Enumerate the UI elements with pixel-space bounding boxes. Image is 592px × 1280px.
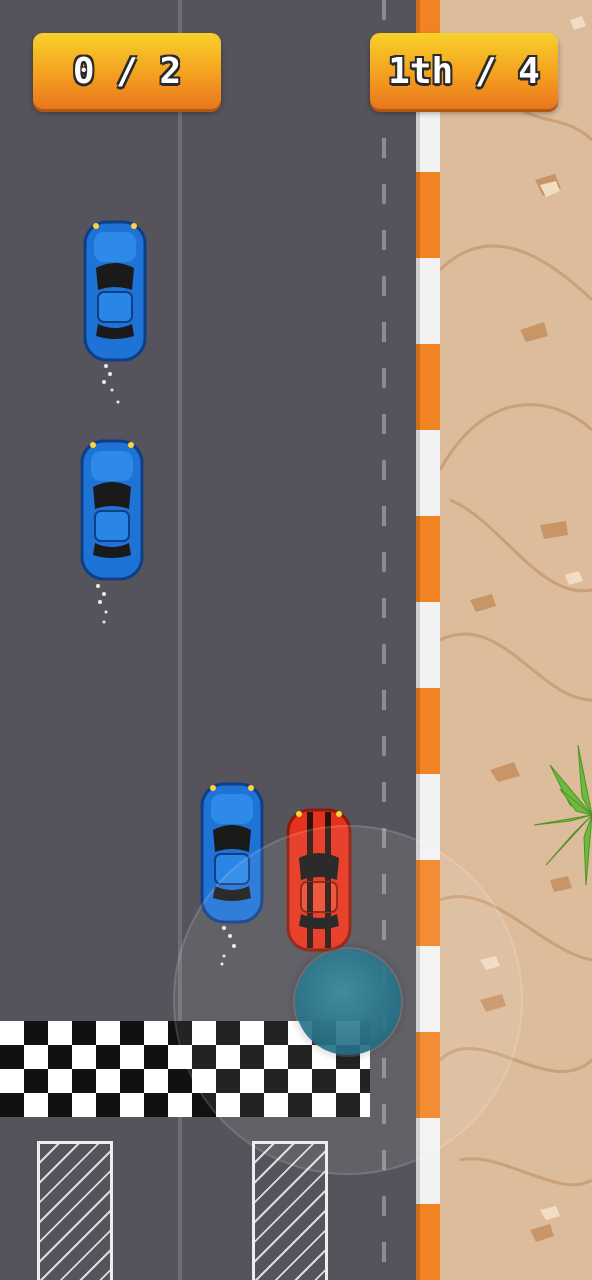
opponent-car-blue	[80, 439, 144, 581]
palm-plant-icon	[533, 745, 592, 885]
race-position-badge: 1th / 4	[370, 33, 558, 109]
race-position-text: 1th / 4	[388, 50, 540, 92]
start-grid-slot	[37, 1141, 113, 1280]
opponent-car-blue	[83, 220, 147, 362]
lap-counter-text: 0 / 2	[72, 50, 182, 92]
exhaust-smoke	[102, 364, 120, 404]
joystick-knob-icon[interactable]	[295, 949, 401, 1055]
exhaust-smoke	[96, 584, 108, 624]
game-screen[interactable]: 0 / 2 1th / 4	[0, 0, 592, 1280]
lap-counter-badge: 0 / 2	[33, 33, 221, 109]
